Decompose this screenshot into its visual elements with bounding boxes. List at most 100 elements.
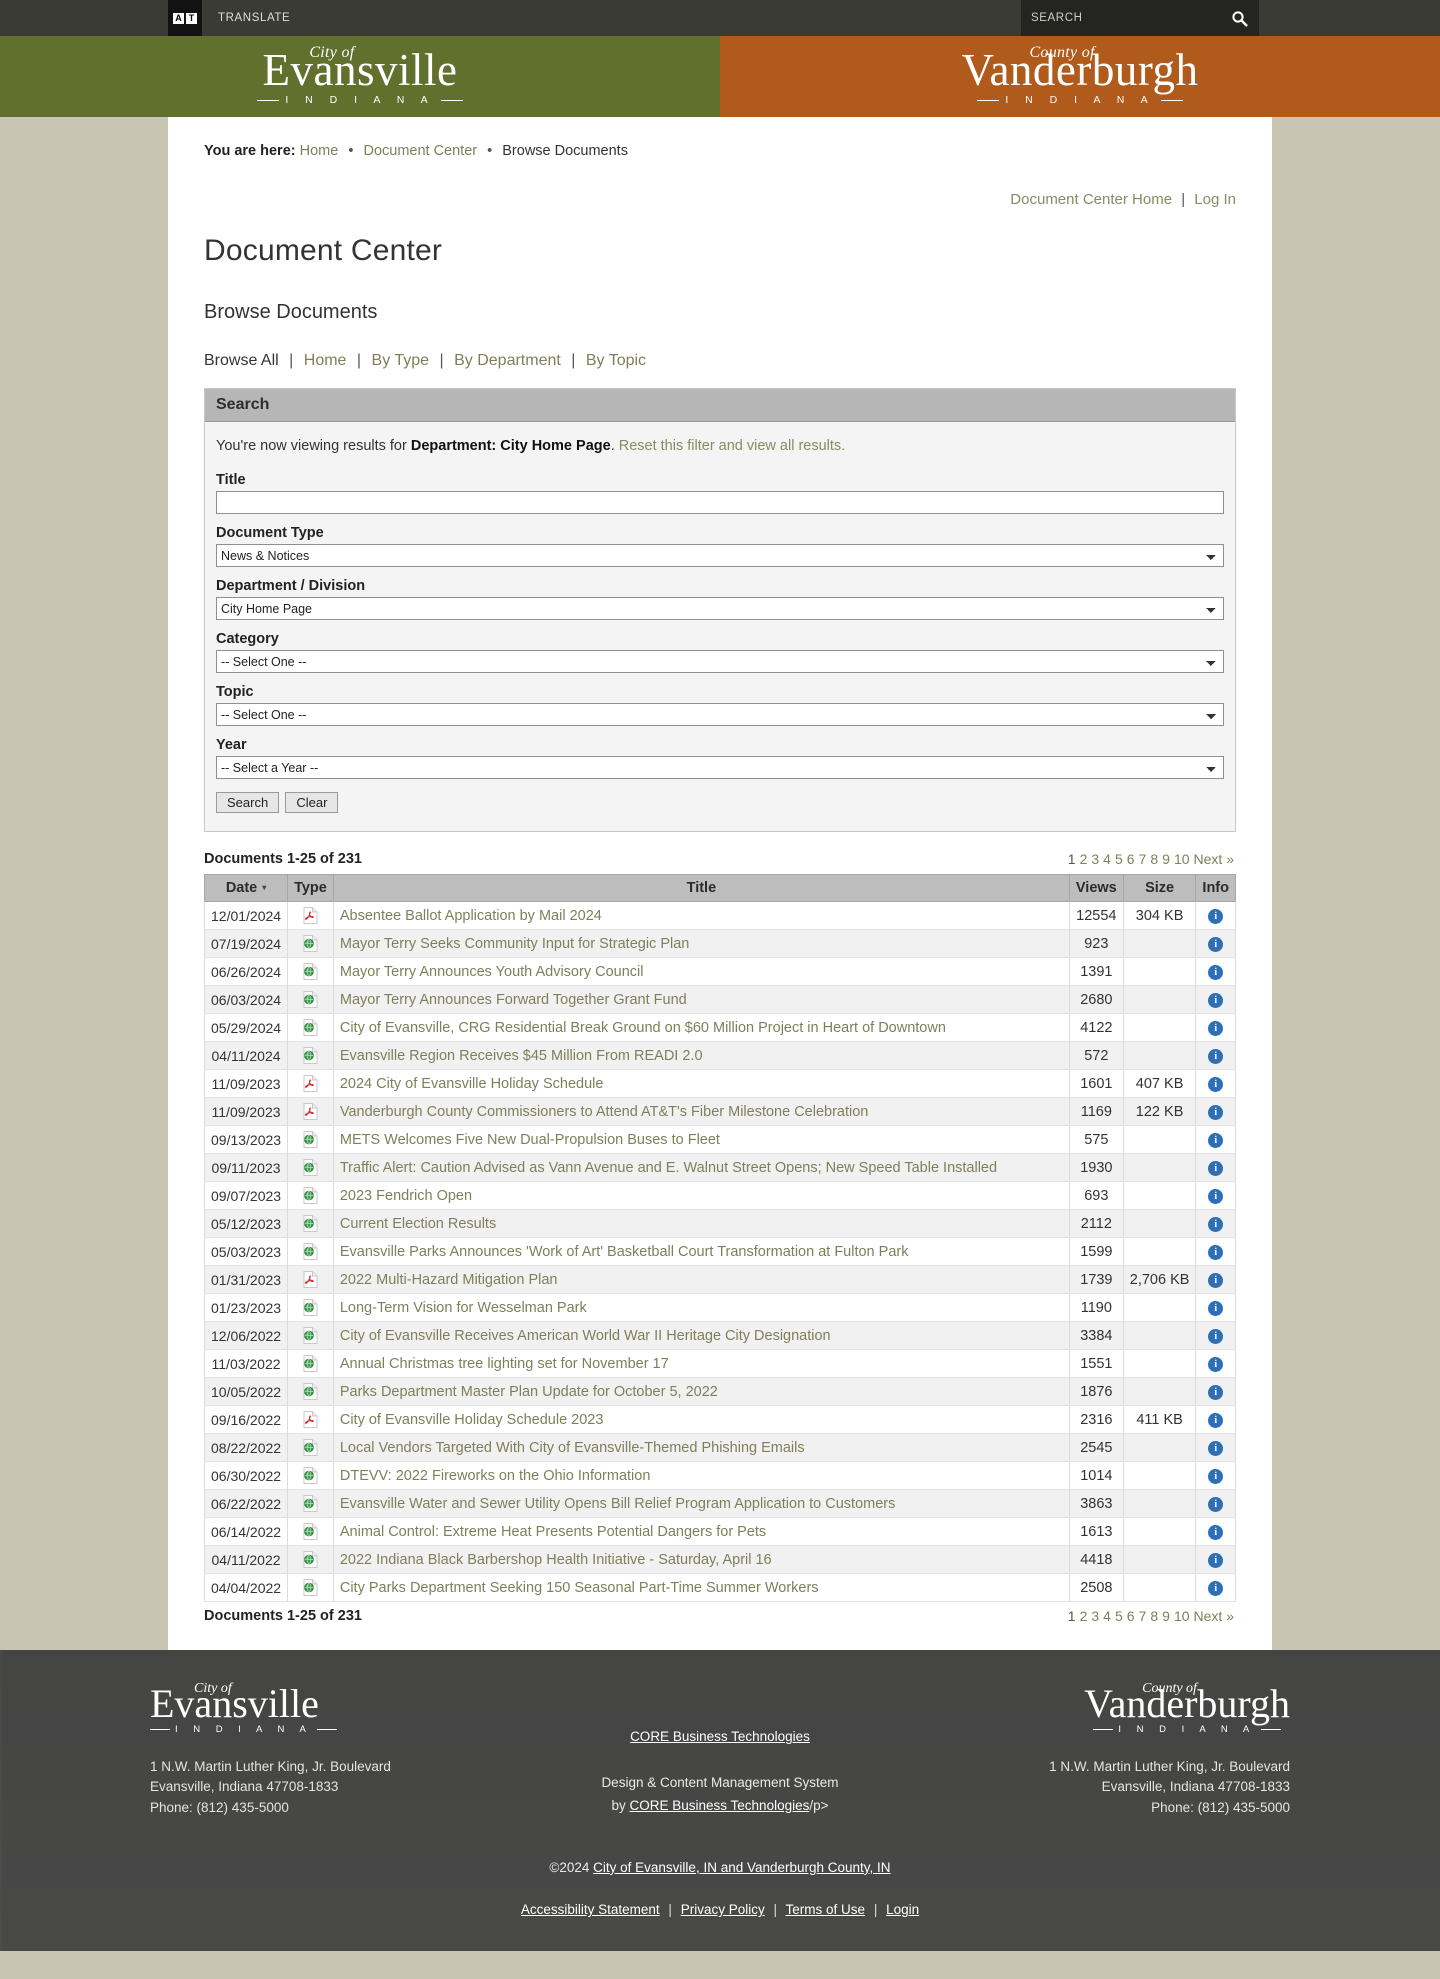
pagination-link-2[interactable]: 2	[1080, 1608, 1088, 1624]
breadcrumb-item-document-center[interactable]: Document Center	[363, 143, 477, 159]
info-icon[interactable]: i	[1208, 1581, 1224, 1596]
info-icon[interactable]: i	[1208, 1021, 1224, 1036]
footer-copyright-link[interactable]: City of Evansville, IN and Vanderburgh C…	[593, 1860, 890, 1875]
clear-button[interactable]: Clear	[285, 792, 339, 813]
document-title-link[interactable]: METS Welcomes Five New Dual-Propulsion B…	[340, 1132, 720, 1148]
pagination-link-10[interactable]: 10	[1174, 851, 1190, 867]
pagination-link-9[interactable]: 9	[1162, 851, 1170, 867]
pagination-link-10[interactable]: 10	[1174, 1608, 1190, 1624]
column-header-size[interactable]: Size	[1122, 874, 1197, 902]
column-header-title[interactable]: Title	[332, 874, 1070, 902]
city-brand-banner[interactable]: City of Evansville I N D I A N A	[0, 36, 720, 117]
pagination-link-4[interactable]: 4	[1103, 851, 1111, 867]
document-title-link[interactable]: Evansville Water and Sewer Utility Opens…	[340, 1496, 896, 1512]
column-header-type[interactable]: Type	[287, 874, 334, 902]
browse-nav-home[interactable]: Home	[304, 352, 347, 369]
terms-of-use-link[interactable]: Terms of Use	[786, 1902, 866, 1917]
core-business-technologies-link-2[interactable]: CORE Business Technologies	[630, 1798, 810, 1813]
document-title-link[interactable]: 2023 Fendrich Open	[340, 1188, 472, 1204]
browse-nav-by-topic[interactable]: By Topic	[586, 352, 646, 369]
document-title-link[interactable]: Absentee Ballot Application by Mail 2024	[340, 908, 602, 924]
document-type-select[interactable]: News & Notices	[216, 544, 1224, 567]
document-title-link[interactable]: Annual Christmas tree lighting set for N…	[340, 1356, 669, 1372]
year-select[interactable]: -- Select a Year --	[216, 756, 1224, 779]
document-title-link[interactable]: Evansville Region Receives $45 Million F…	[340, 1048, 703, 1064]
column-header-date[interactable]: Date ▾	[203, 874, 289, 902]
county-brand-banner[interactable]: County of Vanderburgh I N D I A N A	[720, 36, 1440, 117]
pagination-link-8[interactable]: 8	[1150, 1608, 1158, 1624]
pagination-link-3[interactable]: 3	[1091, 851, 1099, 867]
document-title-link[interactable]: Local Vendors Targeted With City of Evan…	[340, 1440, 805, 1456]
info-icon[interactable]: i	[1208, 1105, 1224, 1120]
pagination-link-6[interactable]: 6	[1127, 1608, 1135, 1624]
breadcrumb-item-home[interactable]: Home	[300, 143, 339, 159]
log-in-link[interactable]: Log In	[1194, 191, 1236, 208]
info-icon[interactable]: i	[1208, 1329, 1224, 1344]
pagination-link-6[interactable]: 6	[1127, 851, 1135, 867]
privacy-policy-link[interactable]: Privacy Policy	[681, 1902, 765, 1917]
info-icon[interactable]: i	[1208, 1161, 1224, 1176]
document-title-link[interactable]: City of Evansville, CRG Residential Brea…	[340, 1020, 946, 1036]
info-icon[interactable]: i	[1208, 1189, 1224, 1204]
search-button[interactable]: Search	[216, 792, 280, 813]
info-icon[interactable]: i	[1208, 937, 1224, 952]
pagination-link-9[interactable]: 9	[1162, 1608, 1170, 1624]
category-select[interactable]: -- Select One --	[216, 650, 1224, 673]
pagination-link-5[interactable]: 5	[1115, 851, 1123, 867]
pagination-link-7[interactable]: 7	[1139, 851, 1147, 867]
translate-link[interactable]: TRANSLATE	[218, 12, 290, 24]
browse-nav-by-department[interactable]: By Department	[454, 352, 561, 369]
document-title-link[interactable]: 2024 City of Evansville Holiday Schedule	[340, 1076, 604, 1092]
info-icon[interactable]: i	[1208, 1553, 1224, 1568]
site-search-input[interactable]	[1021, 0, 1219, 36]
info-icon[interactable]: i	[1208, 1049, 1224, 1064]
document-title-link[interactable]: DTEVV: 2022 Fireworks on the Ohio Inform…	[340, 1468, 651, 1484]
info-icon[interactable]: i	[1208, 1273, 1224, 1288]
pagination-link-1[interactable]: 1	[1068, 1608, 1076, 1624]
pagination-link-2[interactable]: 2	[1080, 851, 1088, 867]
info-icon[interactable]: i	[1208, 1525, 1224, 1540]
document-title-link[interactable]: Evansville Parks Announces 'Work of Art'…	[340, 1244, 909, 1260]
info-icon[interactable]: i	[1208, 909, 1224, 924]
document-center-home-link[interactable]: Document Center Home	[1010, 191, 1172, 208]
reset-filter-link[interactable]: Reset this filter and view all results.	[619, 438, 845, 454]
column-header-info[interactable]: Info	[1195, 874, 1236, 902]
info-icon[interactable]: i	[1208, 1245, 1224, 1260]
document-title-link[interactable]: Current Election Results	[340, 1216, 496, 1232]
document-title-link[interactable]: Long-Term Vision for Wesselman Park	[340, 1300, 587, 1316]
search-icon[interactable]	[1219, 0, 1259, 36]
accessibility-statement-link[interactable]: Accessibility Statement	[521, 1902, 660, 1917]
info-icon[interactable]: i	[1208, 1497, 1224, 1512]
document-title-link[interactable]: City Parks Department Seeking 150 Season…	[340, 1580, 819, 1596]
pagination-link-1[interactable]: 1	[1068, 851, 1076, 867]
document-title-link[interactable]: Animal Control: Extreme Heat Presents Po…	[340, 1524, 766, 1540]
info-icon[interactable]: i	[1208, 1077, 1224, 1092]
core-business-technologies-link[interactable]: CORE Business Technologies	[630, 1729, 810, 1744]
pagination-link-3[interactable]: 3	[1091, 1608, 1099, 1624]
pagination-link-8[interactable]: 8	[1150, 851, 1158, 867]
pagination-link-next[interactable]: Next »	[1194, 851, 1234, 867]
document-title-link[interactable]: Parks Department Master Plan Update for …	[340, 1384, 718, 1400]
info-icon[interactable]: i	[1208, 1441, 1224, 1456]
document-title-link[interactable]: Traffic Alert: Caution Advised as Vann A…	[340, 1160, 997, 1176]
document-title-link[interactable]: 2022 Multi-Hazard Mitigation Plan	[340, 1272, 558, 1288]
browse-nav-by-type[interactable]: By Type	[372, 352, 430, 369]
pagination-link-7[interactable]: 7	[1139, 1608, 1147, 1624]
pagination-link-4[interactable]: 4	[1103, 1608, 1111, 1624]
info-icon[interactable]: i	[1208, 1301, 1224, 1316]
document-title-link[interactable]: Vanderburgh County Commissioners to Atte…	[340, 1104, 869, 1120]
document-title-link[interactable]: City of Evansville Receives American Wor…	[340, 1328, 831, 1344]
column-header-views[interactable]: Views	[1068, 874, 1124, 902]
document-title-link[interactable]: Mayor Terry Announces Youth Advisory Cou…	[340, 964, 644, 980]
topic-select[interactable]: -- Select One --	[216, 703, 1224, 726]
document-title-link[interactable]: 2022 Indiana Black Barbershop Health Ini…	[340, 1552, 772, 1568]
info-icon[interactable]: i	[1208, 1357, 1224, 1372]
info-icon[interactable]: i	[1208, 1217, 1224, 1232]
info-icon[interactable]: i	[1208, 1413, 1224, 1428]
document-title-link[interactable]: Mayor Terry Seeks Community Input for St…	[340, 936, 689, 952]
pagination-link-5[interactable]: 5	[1115, 1608, 1123, 1624]
info-icon[interactable]: i	[1208, 965, 1224, 980]
info-icon[interactable]: i	[1208, 1385, 1224, 1400]
footer-login-link[interactable]: Login	[886, 1902, 919, 1917]
info-icon[interactable]: i	[1208, 1469, 1224, 1484]
